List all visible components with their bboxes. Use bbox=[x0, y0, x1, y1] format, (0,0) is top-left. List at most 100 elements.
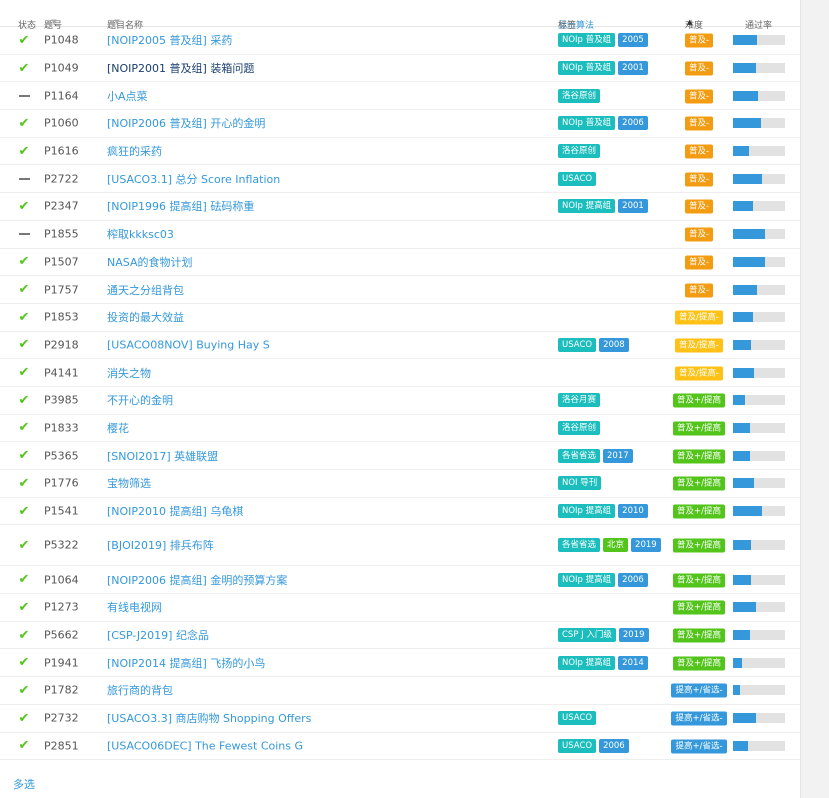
tag-badge[interactable]: 洛谷原创 bbox=[558, 88, 601, 103]
problem-title-link[interactable]: 有线电视网 bbox=[107, 599, 162, 615]
problem-title-link[interactable]: [USACO06DEC] The Fewest Coins G bbox=[107, 739, 303, 752]
tag-badge[interactable]: 2014 bbox=[618, 655, 648, 670]
difficulty-badge: 普及- bbox=[684, 33, 714, 48]
tag-badge[interactable]: 2006 bbox=[618, 116, 648, 131]
pass-rate-fill bbox=[733, 35, 757, 46]
tag-badge[interactable]: NOIp 提高组 bbox=[558, 504, 616, 519]
problem-id: P1941 bbox=[44, 656, 79, 670]
problem-title-link[interactable]: NASA的食物计划 bbox=[107, 254, 192, 270]
problem-title-link[interactable]: 投资的最大效益 bbox=[107, 309, 184, 325]
problem-title-link[interactable]: 旅行商的背包 bbox=[107, 682, 173, 698]
problem-title-link[interactable]: 不开心的金明 bbox=[107, 392, 173, 408]
problem-list: 状态 题号 ▲▼ 题目名称 ▲▼ 显示算法 标签 难度 ▲ 通过率 ✔ P1048 [NO… bbox=[0, 0, 800, 798]
accepted-check-icon: ✔ bbox=[18, 420, 30, 436]
tag-badge[interactable]: 各省省选 bbox=[558, 538, 601, 553]
pass-rate-fill bbox=[733, 450, 750, 461]
tag-badge[interactable]: 2010 bbox=[618, 504, 648, 519]
problem-title-link[interactable]: [USACO3.1] 总分 Score Inflation bbox=[107, 171, 280, 187]
problem-title-link[interactable]: [BJOI2019] 排兵布阵 bbox=[107, 537, 214, 553]
pass-rate-fill bbox=[733, 63, 756, 74]
difficulty-cell: 普及+/提高 bbox=[671, 600, 727, 615]
tag-badge[interactable]: 2001 bbox=[618, 199, 648, 214]
tag-badge[interactable]: 2008 bbox=[599, 337, 629, 352]
tag-badge[interactable]: USACO bbox=[558, 337, 597, 352]
problem-title-link[interactable]: 榨取kkksc03 bbox=[107, 226, 174, 242]
problem-title-link[interactable]: [USACO3.3] 商店购物 Shopping Offers bbox=[107, 710, 311, 726]
accepted-check-icon: ✔ bbox=[18, 143, 30, 159]
problem-title-link[interactable]: 消失之物 bbox=[107, 365, 151, 381]
accepted-check-icon: ✔ bbox=[18, 309, 30, 325]
problem-title-link[interactable]: [SNOI2017] 英雄联盟 bbox=[107, 448, 218, 464]
table-row: ✔ P5365 [SNOI2017] 英雄联盟 各省省选 2017 普及+/提高 bbox=[0, 442, 800, 470]
problem-title-link[interactable]: [NOIP2006 提高组] 金明的预算方案 bbox=[107, 572, 287, 588]
tag-badge[interactable]: 洛谷原创 bbox=[558, 144, 601, 159]
problem-tags: NOIp 提高组 2014 bbox=[558, 655, 678, 670]
problem-title-link[interactable]: [NOIP2010 提高组] 乌龟棋 bbox=[107, 503, 243, 519]
tag-badge[interactable]: 2006 bbox=[599, 738, 629, 753]
tag-badge[interactable]: 各省省选 bbox=[558, 448, 601, 463]
problem-tags: NOIp 提高组 2006 bbox=[558, 572, 678, 587]
tag-badge[interactable]: 2019 bbox=[618, 628, 649, 643]
tag-badge[interactable]: 2019 bbox=[631, 538, 661, 553]
tag-badge[interactable]: USACO bbox=[558, 171, 597, 186]
accepted-check-icon: ✔ bbox=[18, 738, 30, 754]
tag-badge[interactable]: NOIp 提高组 bbox=[558, 655, 616, 670]
pass-rate-fill bbox=[733, 367, 754, 378]
problem-title-link[interactable]: [NOIP2006 普及组] 开心的金明 bbox=[107, 115, 265, 131]
difficulty-cell: 普及+/提高 bbox=[671, 393, 727, 408]
table-row: ✔ P1776 宝物筛选 NOI 导刊 普及+/提高 bbox=[0, 470, 800, 498]
tag-badge[interactable]: 2006 bbox=[618, 572, 648, 587]
difficulty-badge: 普及/提高- bbox=[675, 366, 723, 381]
accepted-check-icon: ✔ bbox=[18, 475, 30, 491]
difficulty-badge: 普及- bbox=[684, 227, 714, 242]
tag-badge[interactable]: 2017 bbox=[603, 448, 633, 463]
difficulty-cell: 提高+/省选- bbox=[671, 683, 727, 698]
not-attempted-dash-icon bbox=[17, 227, 31, 241]
tag-badge[interactable]: USACO bbox=[558, 711, 597, 726]
pass-rate-bar bbox=[733, 422, 785, 433]
pass-rate-fill bbox=[733, 146, 749, 157]
problem-title-link[interactable]: 宝物筛选 bbox=[107, 475, 151, 491]
problem-title-link[interactable]: 小A点菜 bbox=[107, 88, 148, 104]
tag-badge[interactable]: 2005 bbox=[618, 33, 648, 48]
pass-rate-bar bbox=[733, 713, 785, 724]
multi-select-link[interactable]: 多选 bbox=[13, 776, 35, 792]
tag-badge[interactable]: NOIp 提高组 bbox=[558, 572, 616, 587]
tag-badge[interactable]: NOIp 普及组 bbox=[558, 116, 616, 131]
sort-icon: ▲▼ bbox=[109, 18, 120, 26]
table-row: ✔ P1616 疯狂的采药 洛谷原创 普及- bbox=[0, 138, 800, 166]
tag-badge[interactable]: 洛谷月赛 bbox=[558, 393, 601, 408]
difficulty-cell: 普及- bbox=[671, 282, 727, 298]
problem-title-link[interactable]: [NOIP2005 普及组] 采药 bbox=[107, 32, 232, 48]
difficulty-badge: 提高+/省选- bbox=[671, 711, 727, 726]
tag-badge[interactable]: 北京 bbox=[603, 538, 629, 553]
tag-badge[interactable]: NOIp 普及组 bbox=[558, 61, 616, 76]
problem-id: P1855 bbox=[44, 227, 79, 241]
problem-title-link[interactable]: [CSP-J2019] 纪念品 bbox=[107, 627, 209, 643]
difficulty-badge: 普及- bbox=[684, 61, 714, 76]
tag-badge[interactable]: CSP J 入门级 bbox=[558, 628, 616, 643]
sort-icon: ▲▼ bbox=[46, 18, 57, 26]
difficulty-badge: 普及+/提高 bbox=[673, 600, 725, 615]
problem-title-link[interactable]: [USACO08NOV] Buying Hay S bbox=[107, 338, 270, 351]
problem-tags: 洛谷月赛 bbox=[558, 393, 678, 408]
problem-id: P3985 bbox=[44, 393, 79, 407]
tag-badge[interactable]: USACO bbox=[558, 738, 597, 753]
difficulty-badge: 普及- bbox=[684, 283, 714, 298]
tag-badge[interactable]: NOIp 提高组 bbox=[558, 199, 616, 214]
tag-badge[interactable]: 洛谷原创 bbox=[558, 420, 601, 435]
pass-rate-fill bbox=[733, 740, 748, 751]
accepted-check-icon: ✔ bbox=[18, 254, 30, 270]
tag-badge[interactable]: NOI 导刊 bbox=[558, 476, 602, 491]
tag-badge[interactable]: 2001 bbox=[618, 61, 648, 76]
problem-title-link[interactable]: 通天之分组背包 bbox=[107, 282, 184, 298]
accepted-check-icon: ✔ bbox=[18, 572, 30, 588]
tag-badge[interactable]: NOIp 普及组 bbox=[558, 33, 616, 48]
problem-title-link[interactable]: [NOIP1996 提高组] 砝码称重 bbox=[107, 198, 254, 214]
problem-title-link[interactable]: [NOIP2001 普及组] 装箱问题 bbox=[107, 60, 254, 76]
problem-id: P1782 bbox=[44, 683, 79, 697]
problem-title-link[interactable]: 樱花 bbox=[107, 420, 129, 436]
problem-title-link[interactable]: 疯狂的采药 bbox=[107, 143, 162, 159]
accepted-check-icon: ✔ bbox=[18, 448, 30, 464]
problem-title-link[interactable]: [NOIP2014 提高组] 飞扬的小鸟 bbox=[107, 655, 265, 671]
